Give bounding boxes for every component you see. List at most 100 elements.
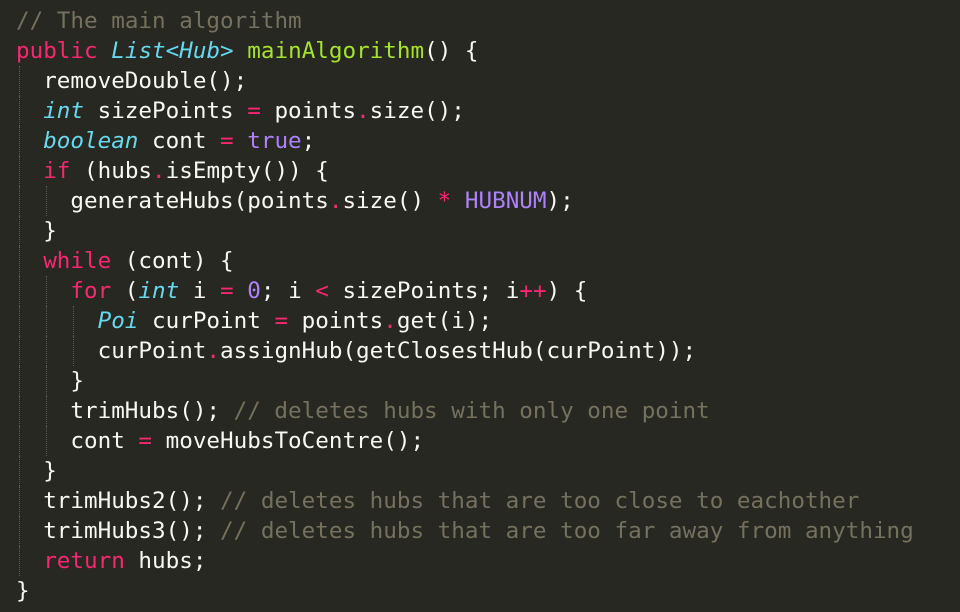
token-const: true xyxy=(247,128,302,154)
token-plain: i xyxy=(179,278,221,304)
token-plain: cont xyxy=(138,128,221,154)
token-comment: // The main algorithm xyxy=(16,8,302,34)
indent-guide xyxy=(73,336,75,366)
token-plain: sizePoints; i xyxy=(328,278,520,304)
indent-guide xyxy=(46,306,48,336)
token-plain: generateHubs(points xyxy=(70,188,329,214)
token-keyword: while xyxy=(43,248,112,274)
indent-guide xyxy=(46,426,48,456)
token-storage: int xyxy=(43,98,84,124)
code-editor[interactable]: // The main algorithm public List<Hub> ma… xyxy=(0,0,960,612)
token-plain: trimHubs2(); xyxy=(43,488,221,514)
token-op: . xyxy=(152,158,166,184)
code-line[interactable]: removeDouble(); xyxy=(0,66,960,96)
code-line[interactable]: trimHubs3(); // deletes hubs that are to… xyxy=(0,516,960,546)
token-plain: } xyxy=(70,368,84,394)
token-plain: size() xyxy=(342,188,438,214)
token-plain: sizePoints xyxy=(84,98,248,124)
token-comment: // deletes hubs that are too close to ea… xyxy=(220,488,860,514)
code-line[interactable]: } xyxy=(0,456,960,486)
code-line[interactable]: } xyxy=(0,216,960,246)
token-keyword: if xyxy=(43,158,71,184)
indent-guide xyxy=(19,396,20,426)
token-plain: trimHubs(); xyxy=(70,398,234,424)
token-plain: ) { xyxy=(546,278,588,304)
indent-guide xyxy=(19,216,20,246)
token-plain: points xyxy=(260,98,357,124)
code-line[interactable]: return hubs; xyxy=(0,546,960,576)
token-op: = xyxy=(220,128,234,154)
token-op: = xyxy=(274,308,289,334)
code-line[interactable]: } xyxy=(0,576,960,606)
code-line[interactable]: generateHubs(points.size() * HUBNUM); xyxy=(0,186,960,216)
indent-guide xyxy=(46,366,48,396)
token-keyword: for xyxy=(70,278,112,304)
code-line[interactable]: boolean cont = true; xyxy=(0,126,960,156)
code-line[interactable]: public List<Hub> mainAlgorithm() { xyxy=(0,36,960,66)
indent-guide xyxy=(46,276,48,306)
token-storage: boolean xyxy=(43,128,139,154)
token-op: . xyxy=(206,338,221,364)
indent-guide xyxy=(19,186,20,216)
code-line[interactable]: Poi curPoint = points.get(i); xyxy=(0,306,960,336)
token-plain: } xyxy=(43,218,57,244)
token-comment: // deletes hubs that are too far away fr… xyxy=(220,518,914,544)
indent-guide xyxy=(46,186,48,216)
indent-guide xyxy=(19,546,20,576)
token-const: HUBNUM xyxy=(464,188,547,214)
token-plain: (cont) { xyxy=(111,248,234,274)
indent-guide xyxy=(19,336,20,366)
token-op: . xyxy=(383,308,397,334)
indent-guide xyxy=(19,66,20,96)
token-plain: ); xyxy=(546,188,574,214)
token-storage: int xyxy=(138,278,180,304)
indent-guide xyxy=(19,456,20,486)
code-line[interactable]: curPoint.assignHub(getClosestHub(curPoin… xyxy=(0,336,960,366)
token-op: = xyxy=(138,428,153,454)
token-plain: trimHubs3(); xyxy=(43,518,221,544)
token-plain: cont xyxy=(70,428,139,454)
token-plain: ( xyxy=(111,278,139,304)
code-line[interactable]: trimHubs2(); // deletes hubs that are to… xyxy=(0,486,960,516)
token-keyword: return xyxy=(43,548,125,574)
token-plain: isEmpty()) { xyxy=(165,158,329,184)
indent-guide xyxy=(19,306,20,336)
token-storage: List<Hub> xyxy=(111,38,234,64)
token-const: 0 xyxy=(247,278,261,304)
code-line[interactable]: } xyxy=(0,366,960,396)
indent-guide xyxy=(19,246,20,276)
token-plain: } xyxy=(16,578,30,604)
token-plain: assignHub(getClosestHub(curPoint)); xyxy=(220,338,697,364)
token-plain: moveHubsToCentre(); xyxy=(152,428,425,454)
token-plain: removeDouble(); xyxy=(43,68,248,94)
token-op: * xyxy=(437,188,452,214)
token-func: mainAlgorithm xyxy=(247,38,425,64)
token-keyword: public xyxy=(16,38,98,64)
token-storage: Poi xyxy=(97,308,139,334)
indent-guide xyxy=(19,366,20,396)
token-op: ++ xyxy=(519,278,547,304)
token-comment: // deletes hubs with only one point xyxy=(233,398,710,424)
code-line[interactable]: cont = moveHubsToCentre(); xyxy=(0,426,960,456)
code-line[interactable]: int sizePoints = points.size(); xyxy=(0,96,960,126)
code-line[interactable]: for (int i = 0; i < sizePoints; i++) { xyxy=(0,276,960,306)
indent-guide xyxy=(19,516,20,546)
token-op: . xyxy=(356,98,370,124)
indent-guide xyxy=(19,486,20,516)
token-plain: curPoint xyxy=(138,308,275,334)
code-line[interactable]: if (hubs.isEmpty()) { xyxy=(0,156,960,186)
token-plain: get(i); xyxy=(396,308,493,334)
token-plain: ; xyxy=(301,128,316,154)
indent-guide xyxy=(19,126,20,156)
code-line[interactable]: trimHubs(); // deletes hubs with only on… xyxy=(0,396,960,426)
token-plain: } xyxy=(43,458,57,484)
token-op: = xyxy=(220,278,234,304)
token-plain: hubs; xyxy=(124,548,207,574)
code-line[interactable]: while (cont) { xyxy=(0,246,960,276)
code-line[interactable]: // The main algorithm xyxy=(0,6,960,36)
